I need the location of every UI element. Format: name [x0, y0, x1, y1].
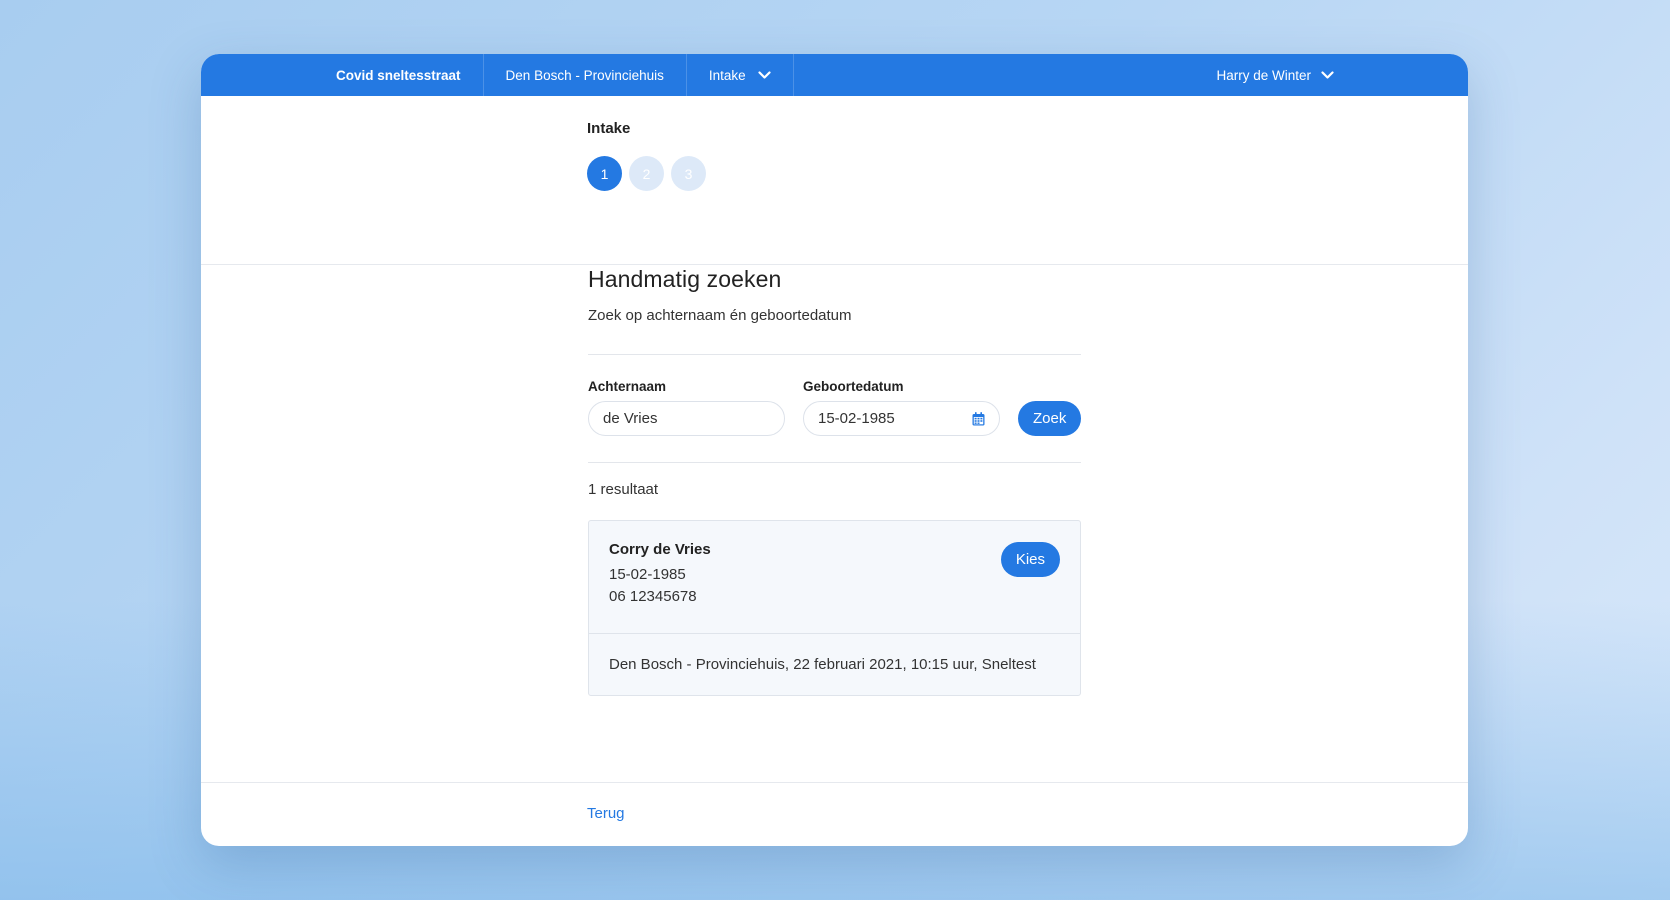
- birthdate-label: Geboortedatum: [803, 379, 904, 394]
- result-phone: 06 12345678: [609, 588, 697, 605]
- result-count: 1 resultaat: [588, 481, 659, 498]
- nav-brand-label: Covid sneltesstraat: [336, 67, 461, 83]
- lastname-label: Achternaam: [588, 379, 667, 394]
- choose-button[interactable]: Kies: [1000, 542, 1060, 577]
- chevron-down-icon: [1321, 70, 1334, 80]
- main-content: Handmatig zoeken Zoek op achternaam én g…: [588, 266, 1082, 696]
- birthdate-input-wrapper: [803, 401, 1000, 436]
- divider: [588, 354, 1081, 355]
- calendar-icon[interactable]: [972, 411, 985, 426]
- stepper-section: Intake 1 2 3: [201, 96, 1468, 265]
- result-name: Corry de Vries: [609, 541, 711, 558]
- step-1[interactable]: 1: [587, 156, 622, 191]
- user-menu-dropdown[interactable]: Harry de Winter: [1216, 54, 1334, 96]
- nav-menu-dropdown[interactable]: Intake: [687, 54, 794, 96]
- birthdate-input[interactable]: [818, 410, 966, 427]
- result-card: Corry de Vries 15-02-1985 06 12345678 Ki…: [588, 520, 1081, 696]
- lastname-input[interactable]: [603, 410, 770, 427]
- top-navbar: Covid sneltesstraat Den Bosch - Provinci…: [201, 54, 1468, 96]
- nav-menu-label: Intake: [708, 67, 746, 83]
- result-birthdate: 15-02-1985: [609, 566, 686, 583]
- nav-brand[interactable]: Covid sneltesstraat: [314, 54, 484, 96]
- page-title: Handmatig zoeken: [588, 266, 782, 292]
- step-2[interactable]: 2: [629, 156, 664, 191]
- search-button[interactable]: Zoek: [1018, 401, 1082, 436]
- back-link[interactable]: Terug: [587, 805, 625, 822]
- user-name: Harry de Winter: [1216, 67, 1311, 83]
- app-window: Covid sneltesstraat Den Bosch - Provinci…: [201, 54, 1468, 846]
- stepper-title: Intake: [587, 120, 631, 137]
- stepper: 1 2 3: [587, 156, 706, 191]
- birthdate-field-group: Geboortedatum: [803, 379, 1000, 436]
- footer: Terug: [201, 782, 1468, 846]
- page-subtitle: Zoek op achternaam én geboortedatum: [588, 307, 852, 324]
- lastname-field-group: Achternaam: [588, 379, 785, 436]
- nav-location[interactable]: Den Bosch - Provinciehuis: [484, 54, 687, 96]
- lastname-input-wrapper: [588, 401, 785, 436]
- step-3[interactable]: 3: [671, 156, 706, 191]
- result-card-header: Corry de Vries 15-02-1985 06 12345678 Ki…: [589, 521, 1080, 634]
- nav-location-label: Den Bosch - Provinciehuis: [505, 67, 664, 83]
- result-appointment: Den Bosch - Provinciehuis, 22 februari 2…: [609, 656, 1036, 673]
- chevron-down-icon: [758, 70, 771, 80]
- divider: [588, 462, 1081, 463]
- search-form: Achternaam Geboortedatum: [588, 379, 1082, 436]
